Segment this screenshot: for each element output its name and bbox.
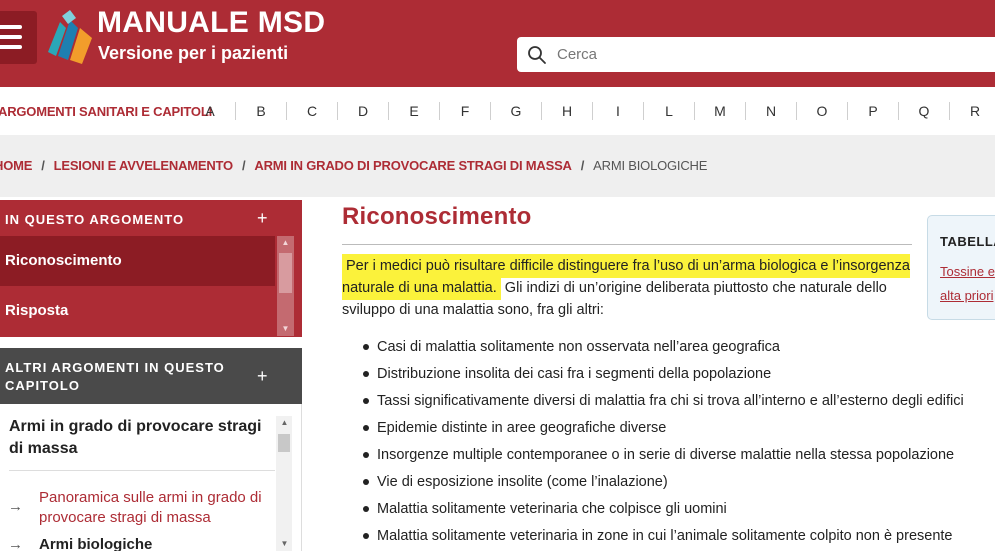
list-item: Insorgenze multiple contemporanee o in s…	[360, 444, 995, 471]
breadcrumb-current: ARMI BIOLOGICHE	[593, 158, 708, 173]
bullet-icon	[363, 371, 369, 377]
page: MANUALE MSD Versione per i pazienti ARGO…	[0, 0, 995, 551]
list-item-text: Distribuzione insolita dei casi fra i se…	[377, 366, 772, 382]
letter-link-d[interactable]: D	[338, 103, 388, 119]
chapter-item-overview[interactable]: Panoramica sulle armi in grado di provoc…	[39, 488, 274, 528]
letter-link-l[interactable]: L	[644, 103, 694, 119]
breadcrumb-separator: /	[41, 158, 45, 173]
breadcrumb: HOME / LESIONI E AVVELENAMENTO / ARMI IN GRA…	[0, 135, 995, 197]
scroll-down-icon[interactable]: ▼	[277, 322, 294, 336]
table-link[interactable]: alta priori	[940, 288, 993, 303]
list-item-text: Tassi significativamente diversi di mala…	[377, 393, 964, 409]
search-input[interactable]	[557, 37, 957, 72]
breadcrumb-separator: /	[241, 158, 246, 173]
chapter-list: Armi in grado di provocare stragi di mas…	[0, 404, 302, 551]
intro-paragraph: Per i medici può risultare difficile dis…	[342, 254, 912, 321]
bullet-icon	[363, 506, 369, 512]
list-item: Malattia solitamente veterinaria che col…	[360, 498, 995, 525]
list-item: Malattia solitamente veterinaria in zone…	[360, 525, 995, 551]
letter-link-e[interactable]: E	[389, 103, 439, 119]
chapter-item-current[interactable]: Armi biologiche	[39, 536, 152, 551]
bullet-icon	[363, 479, 369, 485]
section-title: Riconoscimento	[342, 203, 532, 230]
scroll-up-icon[interactable]: ▲	[276, 416, 293, 430]
scroll-down-icon[interactable]: ▼	[276, 537, 293, 551]
other-topics-panel: ALTRI ARGOMENTI IN QUESTO CAPITOLO +	[0, 348, 302, 404]
letter-link-r[interactable]: R	[950, 103, 995, 119]
chapter-title[interactable]: Armi in grado di provocare stragi di mas…	[9, 416, 277, 460]
letter-link-i[interactable]: I	[593, 103, 643, 119]
title-divider	[342, 244, 912, 245]
letter-link-p[interactable]: P	[848, 103, 898, 119]
menu-bar-icon	[0, 45, 22, 49]
expand-plus-icon[interactable]: +	[257, 366, 268, 387]
letter-link-f[interactable]: F	[440, 103, 490, 119]
in-topic-scrollbar[interactable]: ▲ ▼	[277, 236, 294, 336]
menu-bar-icon	[0, 25, 22, 29]
menu-button[interactable]	[0, 11, 37, 64]
list-item-text: Epidemie distinte in aree geografiche di…	[377, 420, 667, 436]
list-item: Casi di malattia solitamente non osserva…	[360, 336, 995, 363]
in-topic-panel: IN QUESTO ARGOMENTO + Riconoscimento Ris…	[0, 200, 302, 337]
clues-list: Casi di malattia solitamente non osserva…	[360, 336, 995, 551]
in-topic-title[interactable]: IN QUESTO ARGOMENTO	[5, 212, 184, 227]
divider	[9, 470, 275, 471]
scroll-up-icon[interactable]: ▲	[277, 236, 294, 250]
table-sidebox: TABELLA Tossine e alta priori	[927, 215, 995, 320]
letter-link-m[interactable]: M	[695, 103, 745, 119]
breadcrumb-home[interactable]: HOME	[0, 158, 32, 173]
bullet-icon	[363, 533, 369, 539]
breadcrumb-mass-weapons[interactable]: ARMI IN GRADO DI PROVOCARE STRAGI DI MAS…	[254, 158, 572, 173]
letter-link-g[interactable]: G	[491, 103, 541, 119]
table-link[interactable]: Tossine e	[940, 264, 995, 279]
list-item-text: Casi di malattia solitamente non osserva…	[377, 339, 780, 355]
letter-link-b[interactable]: B	[236, 103, 286, 119]
topics-and-chapters-link[interactable]: ARGOMENTI SANITARI E CAPITOLI	[0, 104, 212, 119]
list-item-text: Malattia solitamente veterinaria che col…	[377, 501, 727, 517]
arrow-right-icon: →	[8, 498, 23, 515]
search-icon[interactable]	[527, 45, 547, 65]
list-item: Distribuzione insolita dei casi fra i se…	[360, 363, 995, 390]
letter-link-a[interactable]: A	[185, 103, 235, 119]
msd-logo-icon[interactable]	[44, 8, 94, 64]
letter-link-o[interactable]: O	[797, 103, 847, 119]
other-topics-title[interactable]: ALTRI ARGOMENTI IN QUESTO CAPITOLO	[5, 359, 245, 395]
in-topic-item-riconoscimento[interactable]: Riconoscimento	[0, 236, 275, 286]
letter-link-h[interactable]: H	[542, 103, 592, 119]
scrollbar-thumb[interactable]	[279, 253, 292, 293]
scrollbar-thumb[interactable]	[278, 434, 290, 452]
bullet-icon	[363, 452, 369, 458]
chapter-scrollbar[interactable]: ▲ ▼	[276, 416, 292, 551]
list-item-text: Vie di esposizione insolite (come l’inal…	[377, 474, 668, 490]
letter-link-n[interactable]: N	[746, 103, 796, 119]
table-box-title: TABELLA	[940, 234, 995, 249]
search-box[interactable]	[517, 37, 995, 72]
list-item-text: Insorgenze multiple contemporanee o in s…	[377, 447, 955, 463]
letter-link-c[interactable]: C	[287, 103, 337, 119]
brand-subtitle[interactable]: Versione per i pazienti	[98, 43, 288, 64]
list-item: Epidemie distinte in aree geografiche di…	[360, 417, 995, 444]
list-item-text: Malattia solitamente veterinaria in zone…	[377, 528, 953, 544]
breadcrumb-separator: /	[580, 158, 585, 173]
arrow-right-icon: →	[8, 536, 23, 551]
list-item: Vie di esposizione insolite (come l’inal…	[360, 471, 995, 498]
site-header: MANUALE MSD Versione per i pazienti	[0, 0, 995, 87]
bullet-icon	[363, 425, 369, 431]
expand-plus-icon[interactable]: +	[257, 208, 268, 229]
bullet-icon	[363, 398, 369, 404]
letter-link-q[interactable]: Q	[899, 103, 949, 119]
brand-title[interactable]: MANUALE MSD	[97, 6, 325, 40]
alphabet-nav: ARGOMENTI SANITARI E CAPITOLI ABCDEFGHIL…	[0, 87, 995, 135]
menu-bar-icon	[0, 35, 22, 39]
breadcrumb-injuries[interactable]: LESIONI E AVVELENAMENTO	[54, 158, 234, 173]
bullet-icon	[363, 344, 369, 350]
in-topic-item-risposta[interactable]: Risposta	[0, 286, 275, 336]
list-item: Tassi significativamente diversi di mala…	[360, 390, 995, 417]
